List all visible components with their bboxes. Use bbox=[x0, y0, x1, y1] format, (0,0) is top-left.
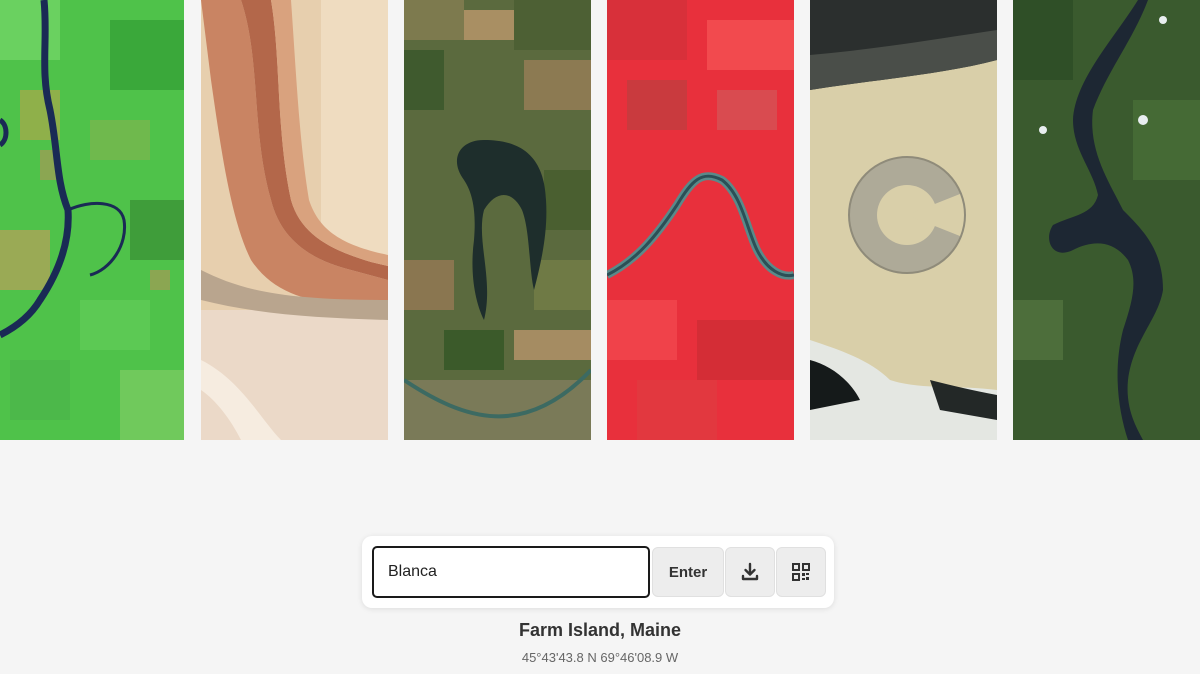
satellite-strip-oxbow-river[interactable] bbox=[404, 0, 591, 440]
qr-code-button[interactable] bbox=[776, 547, 826, 597]
satellite-strip-false-color-river[interactable] bbox=[607, 0, 794, 440]
satellite-strip-desert-ridge[interactable] bbox=[201, 0, 388, 440]
download-icon bbox=[741, 562, 759, 581]
location-title: Farm Island, Maine bbox=[518, 620, 682, 640]
satellite-strip-river-farmland[interactable] bbox=[0, 0, 184, 440]
location-coordinates: 45°43'43.8 N 69°46'08.9 W bbox=[521, 650, 679, 665]
qr-code-icon bbox=[792, 563, 810, 581]
location-search-bar: Enter bbox=[362, 536, 834, 608]
download-button[interactable] bbox=[725, 547, 775, 597]
satellite-strip-desert-city[interactable] bbox=[810, 0, 997, 440]
location-search-input[interactable] bbox=[372, 546, 650, 598]
satellite-image-gallery bbox=[0, 0, 1200, 440]
enter-button-label: Enter bbox=[668, 563, 708, 581]
satellite-strip-forest-lake[interactable] bbox=[1013, 0, 1200, 440]
enter-button[interactable]: Enter bbox=[652, 547, 724, 597]
